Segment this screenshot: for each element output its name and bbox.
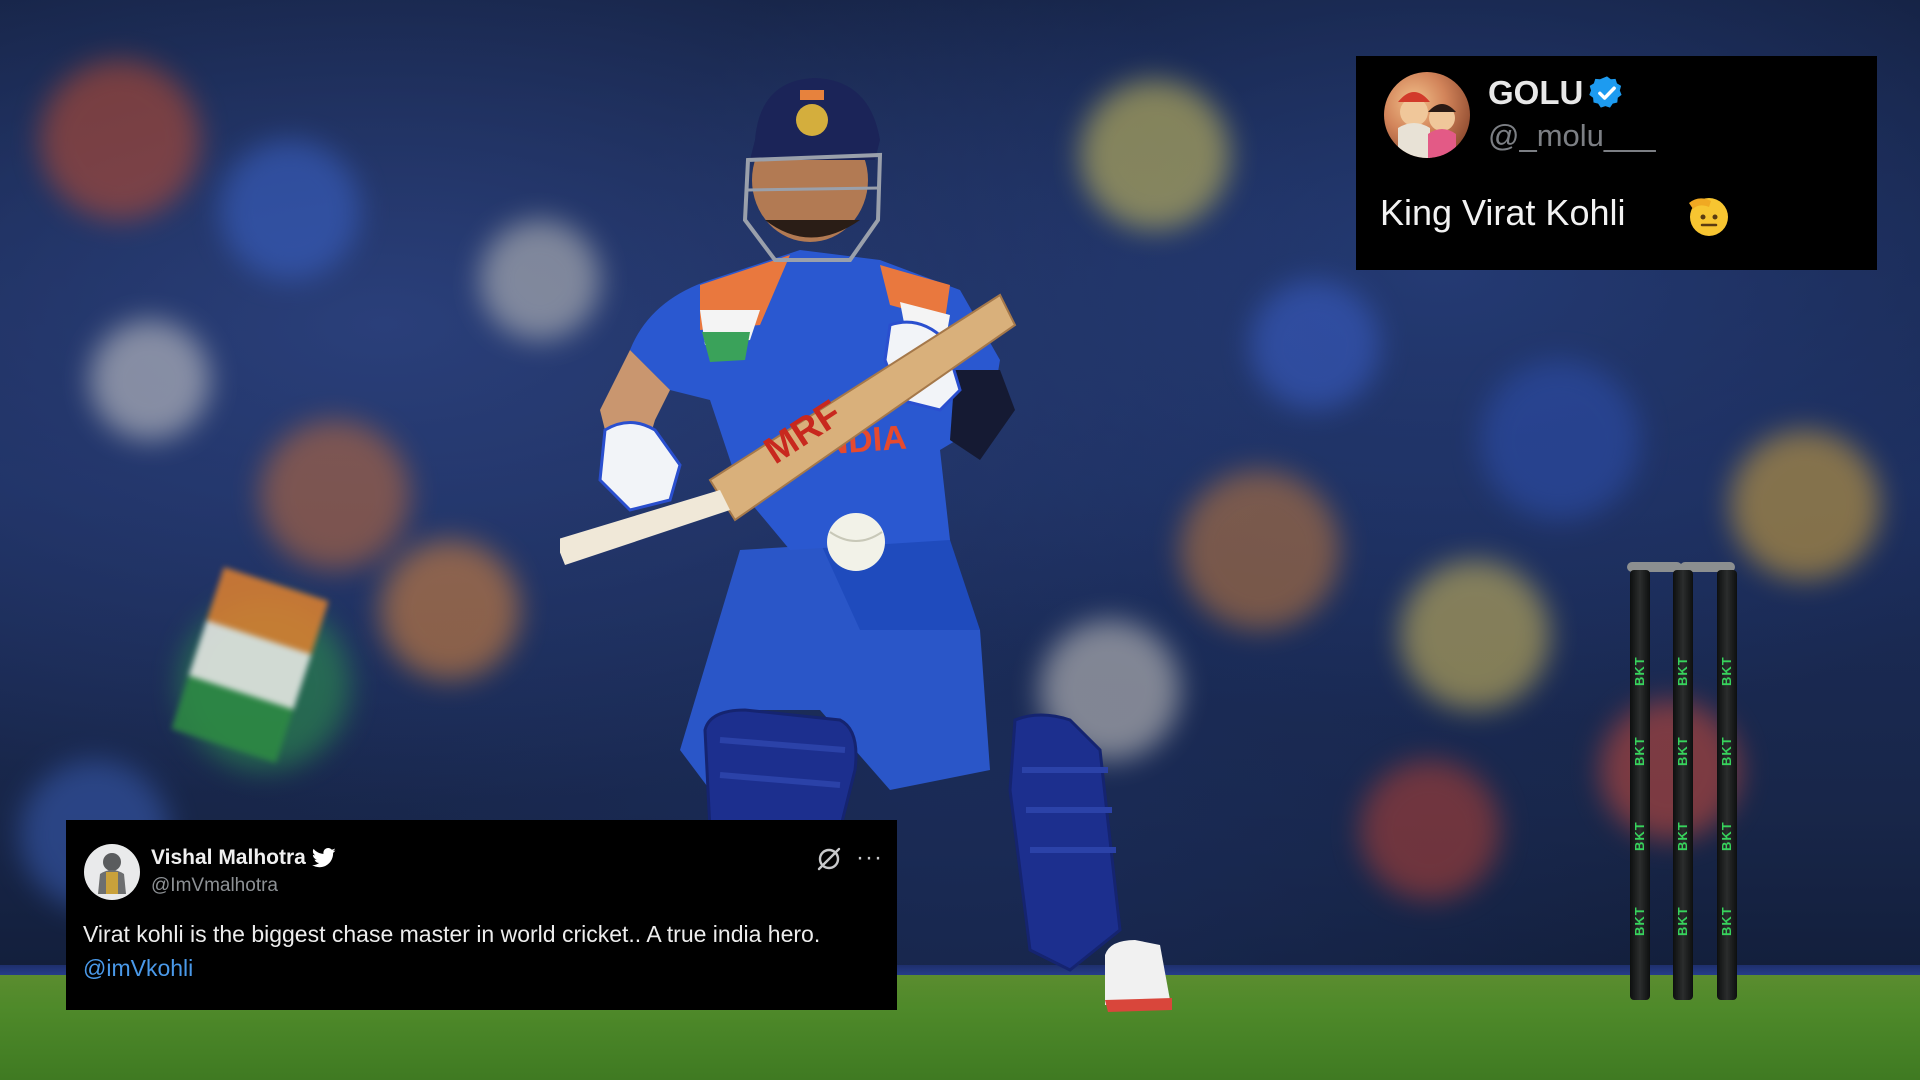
saluting-face-emoji [1689,198,1728,236]
stump-right: BKT BKT BKT BKT [1717,570,1737,1000]
vishal-handle[interactable]: @ImVmalhotra [151,875,278,897]
verified-badge-icon [1589,76,1622,108]
stump-sponsor-logo: BKT [1632,821,1647,851]
vishal-tweet-text: Virat kohli is the biggest chase master … [83,921,821,947]
stump-sponsor-logo: BKT [1675,656,1690,686]
tweet-card-golu[interactable]: GOLU @_molu___ King Virat Kohli [1356,56,1877,270]
stump-sponsor-logo: BKT [1719,656,1734,686]
stump-sponsor-logo: BKT [1632,736,1647,766]
stump-left: BKT BKT BKT BKT [1630,570,1650,1000]
twitter-bird-icon [312,848,336,868]
stump-sponsor-logo: BKT [1675,736,1690,766]
stump-sponsor-logo: BKT [1719,906,1734,936]
stump-sponsor-logo: BKT [1632,656,1647,686]
cricket-stumps: BKT BKT BKT BKT BKT BKT BKT BKT BKT BKT … [1625,560,1745,1005]
more-options-icon[interactable]: ··· [856,844,883,872]
golu-display-name[interactable]: GOLU [1488,74,1583,112]
stump-sponsor-logo: BKT [1632,906,1647,936]
golu-handle[interactable]: @_molu___ [1488,118,1656,154]
mention-link[interactable]: @imVkohli [83,955,193,982]
cricket-photo: INDIA MRF BKT BKT BKT BKT BKT BKT BKT BK… [0,0,1920,1080]
vishal-avatar[interactable] [84,844,140,900]
stump-sponsor-logo: BKT [1719,821,1734,851]
grok-icon[interactable] [816,846,842,872]
stump-sponsor-logo: BKT [1675,906,1690,936]
golu-avatar[interactable] [1384,72,1470,158]
vishal-display-name[interactable]: Vishal Malhotra [151,846,306,870]
stump-sponsor-logo: BKT [1719,736,1734,766]
tweet-card-vishal[interactable]: Vishal Malhotra @ImVmalhotra ··· Virat k… [66,820,897,1010]
stump-middle: BKT BKT BKT BKT [1673,570,1693,1000]
stump-sponsor-logo: BKT [1675,821,1690,851]
golu-tweet-text: King Virat Kohli [1380,192,1626,233]
